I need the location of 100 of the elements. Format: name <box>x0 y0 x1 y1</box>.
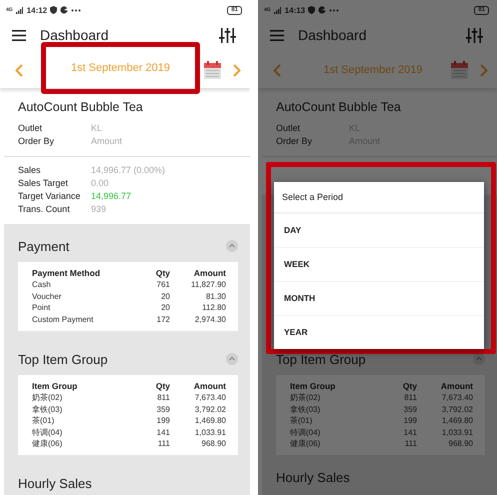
sliders-icon[interactable] <box>466 28 483 42</box>
table-cell-text: 奶茶(02) <box>32 392 64 404</box>
signal-icon <box>16 6 23 14</box>
table-cell-text: 111 <box>156 438 170 450</box>
column-header: Item Group <box>290 381 336 392</box>
table-cell-text: 奶茶(02) <box>290 392 322 404</box>
column-header: Amount <box>440 381 473 392</box>
table-cell-text: 968.90 <box>448 438 473 450</box>
table-cell-text: 199 <box>156 415 170 427</box>
column-header: Qty <box>402 381 417 392</box>
column-header: Qty <box>154 381 170 392</box>
table-cell-text: 7,673.40 <box>194 392 226 404</box>
period-option[interactable]: MONTH <box>274 281 484 315</box>
dialog-title: Select a Period <box>274 182 484 213</box>
table-cell-text: 11,827.90 <box>190 279 226 291</box>
table-cell-text: 141 <box>402 426 417 438</box>
info-label: Order By <box>18 135 56 148</box>
chevron-right-icon[interactable] <box>480 64 488 76</box>
stat-value: 14,996.77 <box>91 190 132 203</box>
stat-label: Trans. Count <box>18 203 71 216</box>
info-label: Outlet <box>18 122 44 135</box>
chevron-left-icon[interactable] <box>273 64 281 76</box>
table-cell-text: Point <box>32 302 52 314</box>
table-cell-text: 2,974.30 <box>194 314 226 326</box>
table-cell-text: Cash <box>32 279 52 291</box>
column-header: Payment Method <box>32 268 102 280</box>
chevron-left-icon[interactable] <box>15 64 23 76</box>
table-cell-text: Voucher <box>32 290 62 302</box>
shield-icon <box>50 6 58 14</box>
calendar-icon[interactable] <box>451 61 468 79</box>
table-cell-text: 359 <box>402 404 417 416</box>
stat-value: 14,996.77 (0.00%) <box>91 164 166 177</box>
table-cell-text: 968.90 <box>200 438 226 450</box>
menu-icon[interactable] <box>12 30 26 40</box>
table-cell-text: 761 <box>156 279 170 291</box>
table-cell-text: 3,792.02 <box>440 404 473 416</box>
column-header: Amount <box>192 381 226 392</box>
table-cell-text: 特调(04) <box>290 426 322 438</box>
info-label: Order By <box>276 135 314 148</box>
period-option[interactable]: YEAR <box>274 315 484 349</box>
more-icon <box>329 8 340 12</box>
table-cell-text: 茶(01) <box>32 415 56 427</box>
table-cell-text: 81.30 <box>204 290 226 302</box>
sliders-icon[interactable] <box>219 28 236 42</box>
calendar-icon[interactable] <box>204 61 221 79</box>
table-cell-text: 健康(06) <box>32 438 64 450</box>
company-name: AutoCount Bubble Tea <box>276 100 402 114</box>
table-cell-text: 7,673.40 <box>440 392 473 404</box>
section-title: Hourly Sales <box>18 476 92 491</box>
table-cell-text: 健康(06) <box>290 438 322 450</box>
column-header: Item Group <box>32 381 78 392</box>
chevron-up-icon[interactable] <box>473 353 485 365</box>
circle-icon <box>318 6 326 14</box>
table-cell-text: 811 <box>403 392 417 404</box>
signal-icon <box>274 6 281 14</box>
section-title: Top Item Group <box>18 352 108 367</box>
table-cell-text: 1,033.91 <box>194 426 226 438</box>
section-title: Payment <box>18 238 70 254</box>
info-label: Outlet <box>276 122 302 135</box>
stat-label: Sales Target <box>18 177 69 190</box>
screen-title: Dashboard <box>40 27 108 43</box>
table-cell-text: 特调(04) <box>32 426 64 438</box>
table-cell-text: 20 <box>160 302 170 314</box>
stat-label: Target Variance <box>18 190 82 203</box>
table-cell-text: 112.80 <box>201 302 226 314</box>
info-value: KL <box>91 122 104 135</box>
stat-value: 0.00 <box>91 177 110 190</box>
table-cell-text: 172 <box>156 314 170 326</box>
table-cell-text: 199 <box>402 415 417 427</box>
chevron-up-icon[interactable] <box>226 353 238 366</box>
stat-label: Sales <box>18 164 42 177</box>
table-cell-text: Custom Payment <box>32 314 94 326</box>
period-option[interactable]: WEEK <box>274 247 484 281</box>
table-cell-text: 3,792.02 <box>194 404 226 416</box>
info-value: Amount <box>91 135 124 148</box>
status-time: 14:12 <box>26 6 48 14</box>
table-cell-text: 359 <box>156 404 170 416</box>
table-cell-text: 茶(01) <box>290 415 314 427</box>
column-header: Amount <box>192 268 226 280</box>
circle-icon <box>60 6 68 14</box>
table-cell-text: 811 <box>156 392 170 404</box>
table-cell-text: 1,469.80 <box>194 415 226 427</box>
stat-value: 939 <box>91 203 108 216</box>
section-title: Top Item Group <box>276 352 366 366</box>
chevron-right-icon[interactable] <box>233 64 241 76</box>
table-cell-text: 1,033.91 <box>440 426 473 438</box>
table-cell-text: 拿铁(03) <box>290 404 322 416</box>
column-header: Qty <box>154 268 170 280</box>
table-cell-text: 20 <box>160 290 170 302</box>
shield-icon <box>308 6 316 14</box>
status-time: 14:13 <box>284 6 306 14</box>
table-cell-text: 111 <box>404 438 417 450</box>
company-name: AutoCount Bubble Tea <box>18 100 144 114</box>
more-icon <box>71 8 82 12</box>
table-cell-text: 141 <box>156 426 170 438</box>
screen-title: Dashboard <box>298 27 366 43</box>
table-cell-text: 拿铁(03) <box>32 404 64 416</box>
section-title: Hourly Sales <box>276 470 350 485</box>
chevron-up-icon[interactable] <box>226 240 238 252</box>
period-option[interactable]: DAY <box>274 213 484 247</box>
